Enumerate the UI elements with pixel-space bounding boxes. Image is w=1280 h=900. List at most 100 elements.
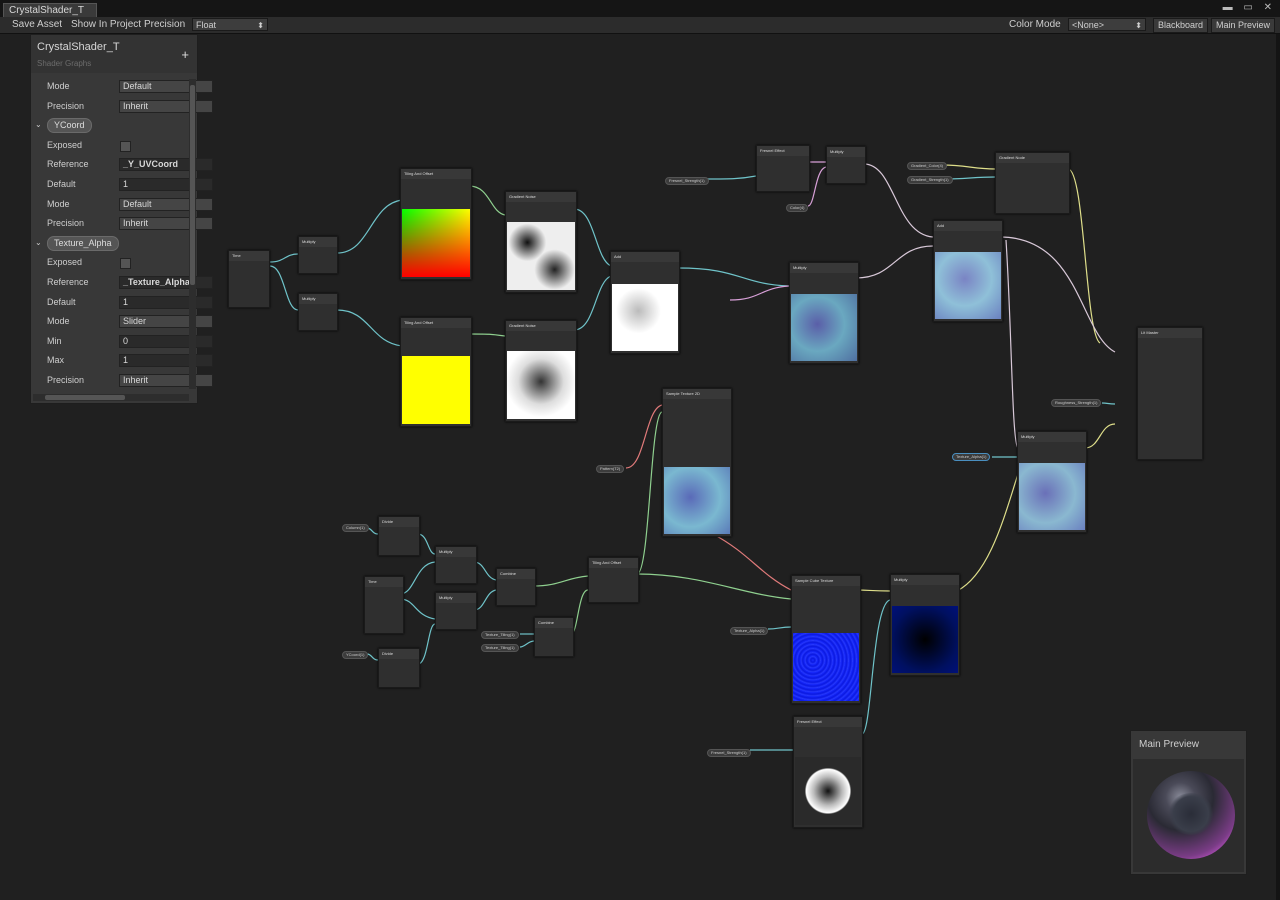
multiply-node[interactable]: Multiply bbox=[435, 592, 477, 630]
gradient-node[interactable]: Gradient Node bbox=[995, 152, 1070, 214]
property-pill[interactable]: Texture_Alpha(1) bbox=[952, 453, 991, 461]
edge bbox=[269, 253, 299, 263]
property-name-pill[interactable]: YCoord bbox=[47, 118, 92, 134]
chevron-down-icon[interactable]: ⌄ bbox=[35, 238, 42, 247]
add-node[interactable]: Add bbox=[933, 220, 1003, 322]
field-label: Mode bbox=[47, 316, 70, 327]
text-field[interactable]: _Y_UVCoord bbox=[119, 158, 213, 172]
edge bbox=[1084, 423, 1116, 449]
property-pill[interactable]: Color(4) bbox=[786, 204, 809, 212]
divide-node[interactable]: Divide bbox=[378, 516, 420, 556]
text-field[interactable]: 1 bbox=[119, 295, 213, 309]
node-title: Multiply bbox=[790, 263, 858, 273]
time-node[interactable]: Time bbox=[364, 576, 404, 634]
precision-dropdown[interactable]: Float ⬍ bbox=[192, 18, 268, 31]
multiply-node[interactable]: Multiply bbox=[1017, 431, 1087, 533]
multiply-node[interactable]: Multiply bbox=[298, 236, 338, 274]
blackboard-panel[interactable]: CrystalShader_T Shader Graphs + Mode Defa… bbox=[30, 34, 213, 404]
blackboard-row: Reference _Texture_Alpha bbox=[31, 273, 213, 292]
node-title: Multiply bbox=[1018, 432, 1086, 442]
exposed-checkbox[interactable] bbox=[120, 140, 131, 152]
property-pill[interactable]: Gradient_Color(4) bbox=[907, 162, 948, 170]
fresnel-effect-node[interactable]: Fresnel Effect bbox=[793, 716, 863, 828]
multiply-node[interactable]: Multiply bbox=[826, 146, 866, 184]
dropdown-field[interactable]: Default bbox=[119, 197, 213, 211]
combine-node[interactable]: Combine bbox=[534, 617, 574, 657]
blackboard-row: Min 0 bbox=[31, 332, 213, 351]
text-field[interactable]: 0 bbox=[119, 334, 213, 348]
window-tab[interactable]: CrystalShader_T bbox=[3, 3, 97, 17]
sample-texture-2d-node[interactable]: Sample Texture 2D bbox=[662, 388, 732, 537]
tiling-and-offset-node[interactable]: Tiling And Offset bbox=[588, 557, 639, 603]
window-controls-icon[interactable]: ▬ ▭ ✕ bbox=[1223, 2, 1276, 13]
edge bbox=[336, 309, 403, 347]
blackboard-toggle-button[interactable]: Blackboard bbox=[1153, 18, 1209, 33]
multiply-node[interactable]: Multiply bbox=[789, 262, 859, 364]
lit-master-node[interactable]: Lit Master bbox=[1137, 327, 1203, 460]
add-property-icon[interactable]: + bbox=[181, 47, 189, 62]
property-pill[interactable]: Gradient_Strength(1) bbox=[907, 176, 953, 184]
blackboard-row: Precision Inherit bbox=[31, 97, 213, 116]
time-node[interactable]: Time bbox=[228, 250, 270, 308]
divide-node[interactable]: Divide bbox=[378, 648, 420, 688]
tiling-and-offset-node[interactable]: Tiling And Offset bbox=[400, 317, 472, 427]
edge bbox=[999, 236, 1116, 353]
gradient-noise-node[interactable]: Gradient Noise bbox=[505, 191, 577, 293]
field-label: Exposed bbox=[47, 139, 83, 150]
save-asset-button[interactable]: Save Asset bbox=[8, 18, 66, 32]
precision-value: Float bbox=[196, 20, 217, 30]
property-pill[interactable]: Texture_Tiling(1) bbox=[481, 631, 519, 639]
multiply-node[interactable]: Multiply bbox=[890, 574, 960, 676]
multiply-node[interactable]: Multiply bbox=[435, 546, 477, 584]
dropdown-field[interactable]: Slider bbox=[119, 315, 213, 329]
edge bbox=[855, 589, 891, 592]
show-in-project-button[interactable]: Show In Project bbox=[67, 18, 145, 32]
scrollbar-thumb[interactable] bbox=[190, 85, 195, 285]
property-pill[interactable]: Roughness_Strength(1) bbox=[1051, 399, 1102, 407]
dropdown-field[interactable]: Default bbox=[119, 80, 213, 93]
property-pill[interactable]: Column(1) bbox=[342, 524, 369, 532]
property-pill[interactable]: Texture_Tiling(1) bbox=[481, 644, 519, 652]
window-tab-bar: CrystalShader_T ▬ ▭ ✕ bbox=[0, 0, 1280, 18]
multiply-node[interactable]: Multiply bbox=[298, 293, 338, 331]
dropdown-field[interactable]: Inherit bbox=[119, 374, 213, 387]
main-preview-panel[interactable]: Main Preview bbox=[1130, 730, 1247, 875]
field-label: Reference bbox=[47, 277, 89, 287]
property-pill[interactable]: Texture_Alpha(1) bbox=[730, 627, 769, 635]
text-field[interactable]: 1 bbox=[119, 354, 213, 368]
node-title: Tiling And Offset bbox=[401, 318, 471, 328]
edge bbox=[863, 163, 934, 238]
blackboard-row: Default 1 bbox=[31, 175, 213, 194]
dropdown-field[interactable]: Inherit bbox=[119, 99, 213, 113]
main-preview-toggle-button[interactable]: Main Preview bbox=[1211, 18, 1276, 33]
dropdown-arrow-icon: ⬍ bbox=[257, 21, 264, 30]
blackboard-row: Exposed bbox=[31, 253, 189, 272]
sample-cube-texture-node[interactable]: Sample Cube Texture bbox=[791, 575, 861, 704]
blackboard-row: Precision Inherit bbox=[31, 371, 213, 390]
main-preview-viewport[interactable] bbox=[1133, 759, 1244, 872]
fresnel-effect-node[interactable]: Fresnel Effect bbox=[756, 145, 810, 192]
dropdown-field[interactable]: Inherit bbox=[119, 217, 213, 231]
property-name-pill[interactable]: Texture_Alpha bbox=[47, 235, 119, 251]
property-pill[interactable]: YCoord(1) bbox=[342, 651, 369, 659]
blackboard-header: CrystalShader_T Shader Graphs + bbox=[31, 35, 197, 73]
blackboard-vertical-scrollbar[interactable] bbox=[189, 79, 196, 389]
scrollbar-thumb[interactable] bbox=[45, 395, 125, 400]
edge bbox=[956, 473, 1019, 592]
text-field[interactable]: _Texture_Alpha bbox=[119, 276, 213, 289]
edge bbox=[417, 533, 436, 555]
blackboard-horizontal-scrollbar[interactable] bbox=[33, 394, 189, 401]
edge bbox=[941, 164, 996, 170]
exposed-checkbox[interactable] bbox=[120, 258, 131, 270]
property-pill[interactable]: Fresnel_Strength(1) bbox=[665, 177, 709, 185]
gradient-noise-node[interactable]: Gradient Noise bbox=[505, 320, 577, 422]
property-pill[interactable]: Fresnel_Strength(1) bbox=[707, 749, 751, 757]
color-mode-dropdown[interactable]: <None> ⬍ bbox=[1068, 18, 1146, 31]
text-field[interactable]: 1 bbox=[119, 178, 213, 191]
blackboard-subtitle: Shader Graphs bbox=[37, 59, 92, 68]
tiling-and-offset-node[interactable]: Tiling And Offset bbox=[400, 168, 472, 280]
add-node[interactable]: Add bbox=[610, 251, 680, 354]
property-pill[interactable]: Pattern(T2) bbox=[596, 465, 625, 473]
combine-node[interactable]: Combine bbox=[496, 568, 536, 606]
chevron-down-icon[interactable]: ⌄ bbox=[35, 120, 42, 129]
